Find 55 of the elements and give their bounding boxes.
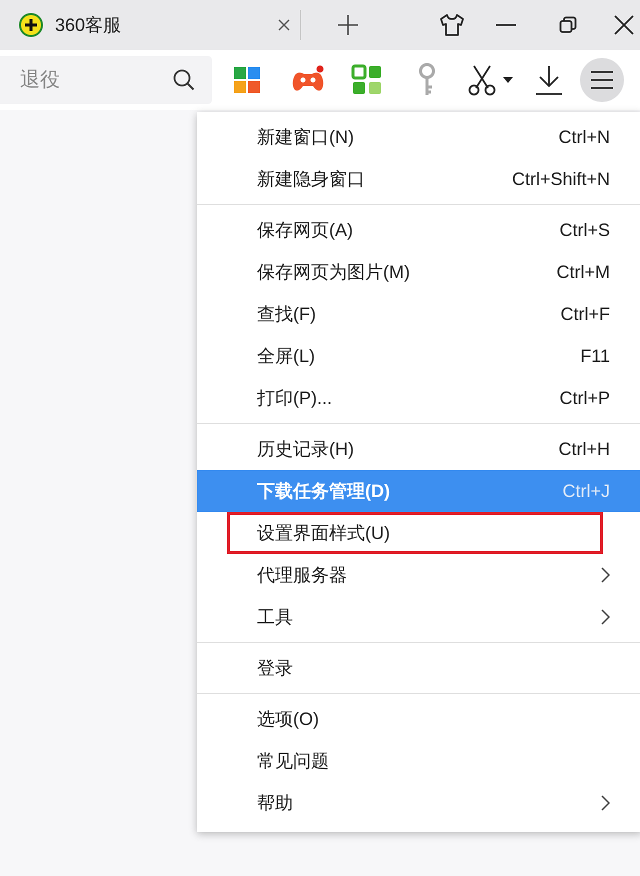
shortcut-text: F11 [580, 344, 610, 368]
shortcut-text: Ctrl+M [556, 260, 610, 284]
scissors-icon[interactable] [467, 63, 497, 97]
download-icon[interactable] [534, 63, 564, 97]
menu-item[interactable]: 打印(P)... Ctrl+P [197, 377, 640, 419]
menu-item[interactable]: 选项(O) [197, 698, 640, 740]
tab-title: 360客服 [55, 14, 122, 36]
menu-item[interactable]: 新建窗口(N) Ctrl+N [197, 116, 640, 158]
menu-item-label: 登录 [257, 656, 293, 680]
menu-item-label: 历史记录(H) [257, 438, 354, 461]
menu-item-label: 保存网页(A) [257, 218, 353, 242]
shortcut-text: Ctrl+F [560, 302, 610, 326]
menu-item[interactable]: 常见问题 [197, 740, 640, 782]
menu-item-label: 代理服务器 [257, 564, 347, 586]
menu-item-label: 打印(P)... [257, 386, 332, 410]
menu-item-label: 全屏(L) [257, 344, 315, 368]
shortcut-text: Ctrl+Shift+N [512, 168, 610, 190]
menu-icon [590, 70, 614, 90]
shortcut-text: Ctrl+S [559, 218, 610, 242]
app-logo-icon [18, 12, 44, 38]
menu-item[interactable]: 历史记录(H) Ctrl+H [197, 428, 640, 470]
address-text: 退役 [20, 68, 60, 93]
menu-item[interactable]: 工具 [197, 596, 640, 638]
menu-item[interactable]: 保存网页为图片(M) Ctrl+M [197, 251, 640, 293]
menu-item[interactable]: 设置界面样式(U) [197, 512, 640, 554]
menu-item-label: 保存网页为图片(M) [257, 260, 410, 284]
menu-item-label: 选项(O) [257, 708, 319, 731]
menu-item-label: 下载任务管理(D) [257, 480, 390, 503]
chevron-right-icon [601, 609, 610, 625]
menu-item-label: 设置界面样式(U) [257, 522, 390, 545]
menu-item-label: 查找(F) [257, 302, 316, 326]
chevron-right-icon [601, 795, 610, 811]
menu-item[interactable]: 查找(F) Ctrl+F [197, 293, 640, 335]
browser-tab[interactable]: 360客服 [0, 0, 300, 50]
menu-item[interactable]: 帮助 [197, 782, 640, 824]
menu-item-label: 工具 [257, 606, 293, 628]
menu-item-label: 帮助 [257, 792, 293, 814]
menu-item-label: 新建窗口(N) [257, 126, 354, 149]
menu-item[interactable]: 全屏(L) F11 [197, 335, 640, 377]
shortcut-text: Ctrl+H [558, 438, 610, 460]
search-icon[interactable] [172, 68, 196, 92]
new-tab-button[interactable] [335, 12, 361, 38]
menu-item-label: 常见问题 [257, 750, 329, 772]
shortcut-text: Ctrl+P [559, 386, 610, 410]
menu-item-label: 新建隐身窗口 [257, 168, 365, 190]
chevron-right-icon [601, 567, 610, 583]
menu-item[interactable]: 新建隐身窗口 Ctrl+Shift+N [197, 158, 640, 200]
menu-button[interactable] [580, 58, 624, 102]
menu-item[interactable]: 登录 [197, 647, 640, 689]
squares-icon[interactable] [350, 63, 384, 97]
tiles-icon[interactable] [232, 65, 262, 95]
menu-item[interactable]: 代理服务器 [197, 554, 640, 596]
shortcut-text: Ctrl+J [562, 480, 610, 502]
menu-item[interactable]: 保存网页(A) Ctrl+S [197, 209, 640, 251]
shortcut-text: Ctrl+N [558, 126, 610, 148]
